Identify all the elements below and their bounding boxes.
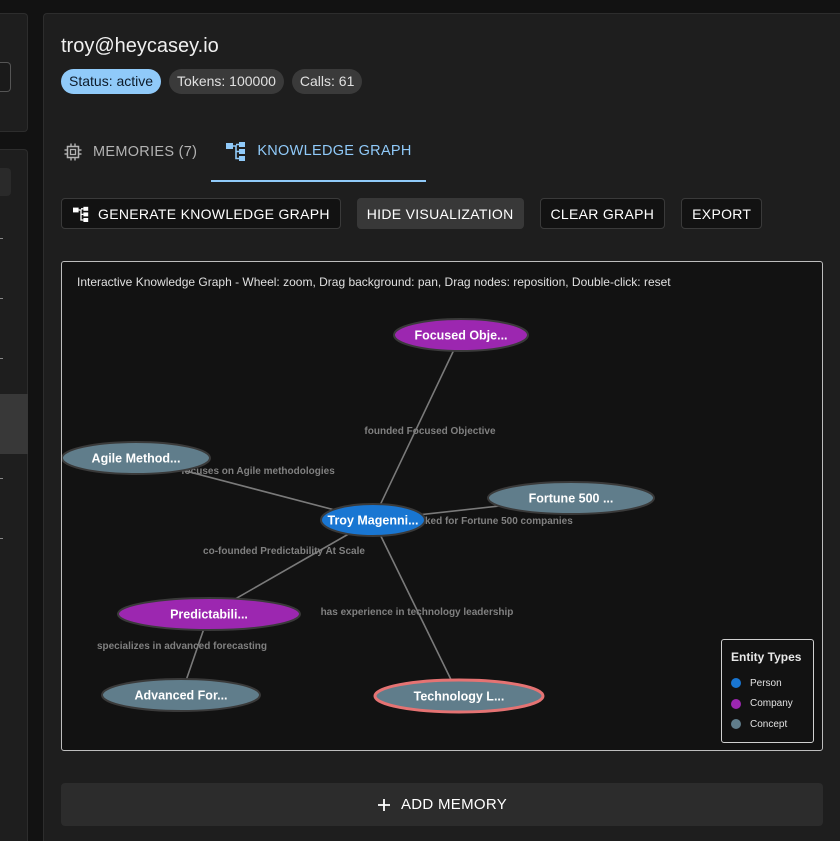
graph-legend: Entity Types Person Company Concept <box>721 639 814 743</box>
graph-node-label: Fortune 500 ... <box>529 492 614 506</box>
status-badge: Status: active <box>61 69 162 94</box>
legend-label: Concept <box>750 718 788 730</box>
tab-bar: MEMORIES (7) KNOWLEDGE GRAPH <box>61 122 426 182</box>
sidebar-divider <box>0 298 3 299</box>
sidebar-user-list <box>0 149 28 841</box>
sidebar-top-panel <box>0 13 28 132</box>
graph-svg[interactable]: founded Focused Objective focuses on Agil… <box>62 262 822 750</box>
graph-node-label: Troy Magenni... <box>328 514 419 528</box>
legend-dot <box>731 698 741 709</box>
user-stats: Status: active Tokens: 100000 Calls: 61 <box>61 69 363 94</box>
sidebar-search-field[interactable] <box>0 62 11 92</box>
sidebar-divider <box>0 538 3 539</box>
tab-memories[interactable]: MEMORIES (7) <box>61 122 211 182</box>
graph-node-advanced[interactable]: Advanced For... <box>101 678 261 712</box>
graph-node-label: Agile Method... <box>92 452 181 466</box>
knowledge-graph-canvas[interactable]: founded Focused Objective focuses on Agil… <box>61 261 823 751</box>
add-memory-button[interactable]: ADD MEMORY <box>61 783 823 826</box>
graph-edge-label: co-founded Predictability At Scale <box>203 546 365 557</box>
tab-knowledge-graph-label: KNOWLEDGE GRAPH <box>257 143 412 159</box>
generate-graph-label: GENERATE KNOWLEDGE GRAPH <box>98 205 330 222</box>
calls-badge: Calls: 61 <box>291 69 363 94</box>
legend-dot <box>731 678 741 689</box>
plus-icon <box>377 798 390 811</box>
graph-node-fortune[interactable]: Fortune 500 ... <box>487 481 655 515</box>
legend-dot <box>731 719 741 730</box>
add-memory-label: ADD MEMORY <box>400 796 508 813</box>
legend-item-company: Company <box>731 694 813 715</box>
graph-edge-label: focuses on Agile methodologies <box>181 466 335 477</box>
graph-node-label: Predictabili... <box>170 608 248 622</box>
graph-edge-label: worked for Fortune 500 companies <box>406 516 573 527</box>
sidebar-divider <box>0 238 3 239</box>
graph-node-troy[interactable]: Troy Magenni... <box>320 503 426 537</box>
graph-node-agile[interactable]: Agile Method... <box>62 441 211 475</box>
account-tree-icon <box>73 206 89 222</box>
sidebar-divider <box>0 478 3 479</box>
legend-item-person: Person <box>731 673 813 694</box>
tab-memories-label: MEMORIES (7) <box>93 144 198 160</box>
generate-graph-button[interactable]: GENERATE KNOWLEDGE GRAPH <box>61 198 341 229</box>
legend-title: Entity Types <box>731 650 802 664</box>
graph-actions: GENERATE KNOWLEDGE GRAPH HIDE VISUALIZAT… <box>61 198 763 229</box>
graph-edge-label: has experience in technology leadership <box>321 607 514 618</box>
sidebar-item-selected[interactable] <box>0 394 28 454</box>
graph-node-predict[interactable]: Predictabili... <box>117 597 301 631</box>
tokens-badge: Tokens: 100000 <box>169 69 284 94</box>
legend-label: Person <box>750 677 782 689</box>
graph-node-label: Focused Obje... <box>414 329 507 343</box>
account-tree-icon <box>226 142 246 161</box>
graph-caption: Interactive Knowledge Graph - Wheel: zoo… <box>77 275 671 289</box>
graph-node-focused[interactable]: Focused Obje... <box>393 318 529 352</box>
export-button[interactable]: EXPORT <box>681 198 763 229</box>
legend-label: Company <box>750 698 793 710</box>
user-detail-panel: troy@heycasey.io Status: active Tokens: … <box>43 13 840 841</box>
graph-node-label: Advanced For... <box>134 689 227 703</box>
chip-icon <box>64 143 82 161</box>
tab-knowledge-graph[interactable]: KNOWLEDGE GRAPH <box>211 122 426 182</box>
clear-graph-button[interactable]: CLEAR GRAPH <box>539 198 666 229</box>
legend-item-concept: Concept <box>731 714 813 735</box>
hide-visualization-button[interactable]: HIDE VISUALIZATION <box>356 198 524 229</box>
sidebar-chip[interactable] <box>0 168 11 196</box>
graph-edge-label: specializes in advanced forecasting <box>97 641 267 652</box>
user-email: troy@heycasey.io <box>61 35 219 57</box>
graph-edge-label: founded Focused Objective <box>364 426 496 437</box>
graph-node-label: Technology L... <box>414 690 505 704</box>
sidebar-divider <box>0 358 3 359</box>
graph-node-tech[interactable]: Technology L... <box>373 678 545 714</box>
